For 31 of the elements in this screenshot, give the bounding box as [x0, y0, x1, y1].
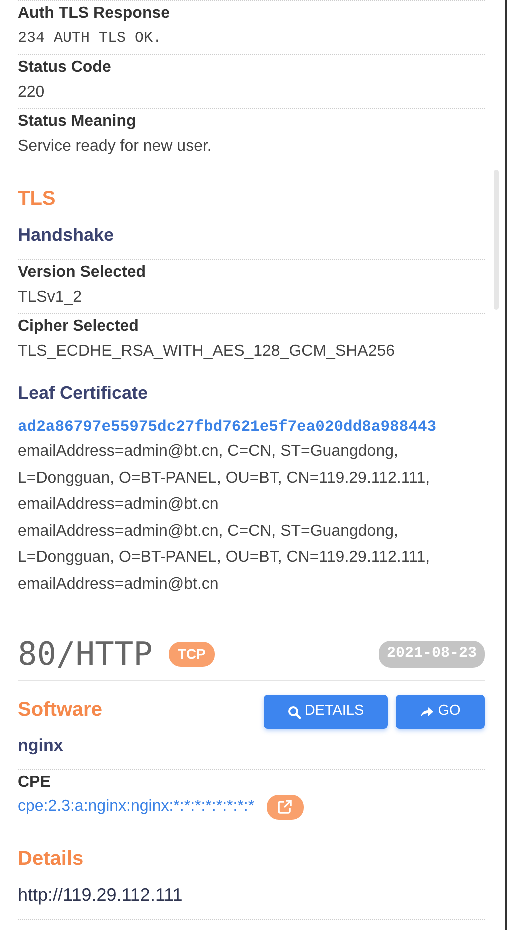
field-label: Status Meaning: [18, 112, 138, 132]
search-icon: [288, 706, 301, 719]
cpe-link[interactable]: cpe:2.3:a:nginx:nginx:*:*:*:*:*:*:*:*: [18, 795, 255, 820]
field-value: Service ready for new user.: [18, 137, 213, 157]
field-label: Auth TLS Response: [18, 4, 172, 24]
field-value: TLSv1_2: [18, 288, 84, 308]
section-title: TLS: [18, 187, 57, 212]
field-label: CPE: [18, 772, 52, 793]
field-value: 220: [18, 83, 46, 103]
field-label: Version Selected: [18, 263, 148, 283]
go-button[interactable]: GO: [396, 695, 485, 730]
share-arrow-icon: [420, 706, 434, 718]
fingerprint-link[interactable]: ad2a86797e55975dc27fbd7621e5f7ea020dd8a988443: [18, 416, 485, 440]
field-value: 234 AUTH TLS OK.: [18, 29, 164, 49]
subsection-title: Leaf Certificate: [18, 382, 150, 405]
external-link-icon: [277, 799, 294, 816]
section-title: Details: [18, 846, 85, 872]
port-title: 80/HTTP: [18, 634, 153, 676]
details-button[interactable]: DETAILS: [264, 695, 388, 730]
subsection-title: Handshake: [18, 224, 116, 247]
certificate-text: emailAddress=admin@bt.cn, C=CN, ST=Guangdong, L=Dongguan, O=BT-PANEL, OU=BT, CN=119.29.112.111, emailAddress=admin@bt.cn: [18, 522, 432, 595]
details-url: http://119.29.112.111: [18, 882, 485, 920]
date-badge: 2021-08-23: [378, 641, 485, 668]
field-label: Cipher Selected: [18, 317, 140, 337]
protocol-badge: TCP: [168, 642, 215, 667]
field-value: TLS_ECDHE_RSA_WITH_AES_128_GCM_SHA256: [18, 342, 396, 362]
section-title: Software: [18, 698, 102, 724]
scrollbar[interactable]: [494, 170, 499, 310]
field-label: Status Code: [18, 58, 112, 78]
software-name: nginx: [18, 735, 64, 758]
external-link-button[interactable]: [266, 794, 304, 820]
